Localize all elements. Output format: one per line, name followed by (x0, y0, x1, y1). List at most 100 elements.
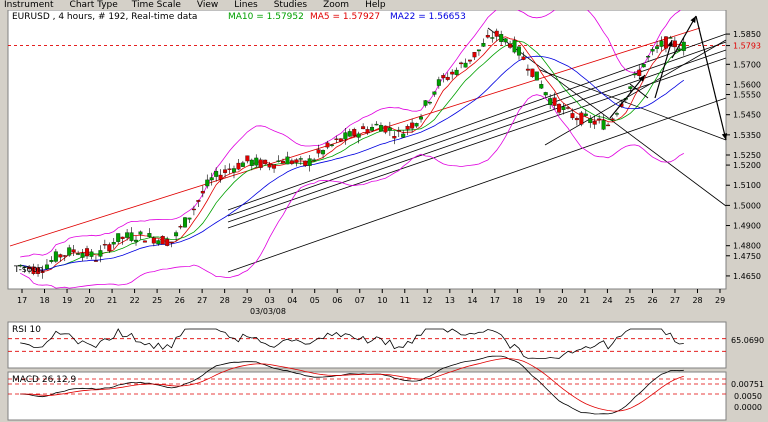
menu-studies[interactable]: Studies (274, 0, 307, 10)
time-tick-label: 07 (355, 296, 365, 305)
time-tick-label: 25 (152, 296, 162, 305)
candle-body (312, 159, 317, 161)
candle-body (543, 92, 548, 96)
candle-body (98, 250, 103, 257)
candle-body (606, 124, 611, 127)
time-tick-label: 03 (265, 296, 275, 305)
time-tick-label: 04 (287, 296, 297, 305)
time-tick-label: 21 (107, 296, 117, 305)
candle-body (681, 41, 686, 51)
candle-body (503, 38, 508, 43)
candle-body (677, 48, 682, 51)
candle-body (534, 71, 539, 81)
candle-body (160, 236, 165, 245)
rsi-panel[interactable] (7, 321, 727, 369)
macd-level-3: 0.0000 (734, 403, 762, 412)
candle-body (601, 120, 606, 130)
candle-body (423, 100, 428, 106)
candle-body (517, 46, 521, 56)
time-tick-label: 17 (17, 296, 27, 305)
candle-body (214, 171, 219, 177)
time-tick-label: 18 (40, 296, 50, 305)
candle-body (414, 123, 419, 127)
menu-time-scale[interactable]: Time Scale (132, 0, 181, 10)
candle-body (218, 174, 223, 180)
candle-body (548, 98, 553, 106)
candle-body (597, 118, 602, 121)
time-tick-label: 21 (580, 296, 590, 305)
candle-body (236, 162, 241, 170)
candle-body (276, 160, 281, 162)
time-tick-label: 05 (310, 296, 320, 305)
chart-window: EURUSD , 4 hours, # 192, Real-time data … (0, 10, 768, 422)
candle-body (321, 150, 326, 155)
candle-body (476, 49, 481, 52)
time-axis: 17 18 19 20 21 22 25 26 27 28 29 03 04 05 06 07 10 11 12 13… (17, 289, 725, 305)
candle-body (450, 71, 455, 75)
candle-body (80, 252, 85, 258)
price-tick-label: 1.5350 (733, 131, 761, 140)
candle-body (566, 107, 570, 109)
candle-body (570, 113, 575, 119)
candle-body (512, 40, 517, 53)
menu-bar: Instrument Chart Type Time Scale View Li… (0, 0, 768, 10)
candle-body (254, 157, 259, 166)
time-tick-label: 06 (332, 296, 342, 305)
candle-body (352, 129, 357, 136)
candle-body (557, 103, 562, 113)
macd-level-1: 0.00751 (731, 380, 764, 389)
candle-body (405, 126, 410, 130)
candle-body (650, 49, 655, 52)
candle-body (378, 125, 383, 132)
candle-body (561, 106, 566, 110)
menu-zoom[interactable]: Zoom (323, 0, 349, 10)
time-tick-label: 24 (602, 296, 612, 305)
candle-body (485, 35, 490, 38)
menu-lines[interactable]: Lines (234, 0, 257, 10)
menu-instrument[interactable]: Instrument (4, 0, 54, 10)
time-tick-label: 27 (670, 296, 680, 305)
candle-body (303, 160, 308, 166)
time-tick-label: 14 (467, 296, 477, 305)
candle-body (258, 159, 263, 168)
candle-body (392, 136, 397, 139)
candle-body (579, 112, 584, 125)
time-tick-label: 19 (62, 296, 72, 305)
candle-body (209, 177, 214, 181)
candle-body (539, 84, 544, 89)
candle-body (58, 254, 63, 258)
candle-body (552, 97, 557, 106)
candle-body (240, 162, 245, 167)
candle-body (490, 37, 495, 39)
candle-body (187, 217, 192, 220)
candle-body (165, 239, 170, 246)
menu-help[interactable]: Help (365, 0, 386, 10)
candle-body (120, 236, 125, 239)
candle-body (374, 123, 379, 126)
candle-body (125, 232, 130, 238)
candle-body (232, 168, 236, 173)
candle-body (178, 226, 183, 228)
candle-body (67, 247, 72, 256)
candle-body (659, 40, 664, 47)
time-tick-label: 26 (647, 296, 657, 305)
candle-body (361, 126, 366, 130)
candle-body (329, 144, 334, 146)
candle-body (249, 159, 254, 166)
price-tick-label: 1.5250 (733, 151, 761, 160)
candle-body (396, 130, 401, 132)
time-tick-label: 29 (715, 296, 725, 305)
time-tick-label: 19 (535, 296, 545, 305)
chart-svg[interactable]: EURUSD , 4 hours, # 192, Real-time data … (0, 10, 768, 422)
menu-view[interactable]: View (197, 0, 218, 10)
candle-body (499, 34, 504, 42)
candle-body (44, 264, 49, 269)
menu-chart-type[interactable]: Chart Type (70, 0, 118, 10)
price-tick-label: 1.5600 (733, 80, 761, 89)
time-tick-label: 28 (692, 296, 702, 305)
time-tick-label: 12 (422, 296, 432, 305)
time-tick-label: 17 (490, 296, 500, 305)
ma22-legend: MA22 = 1.56653 (390, 12, 466, 22)
candle-body (76, 253, 81, 255)
time-tick-label: 20 (85, 296, 95, 305)
